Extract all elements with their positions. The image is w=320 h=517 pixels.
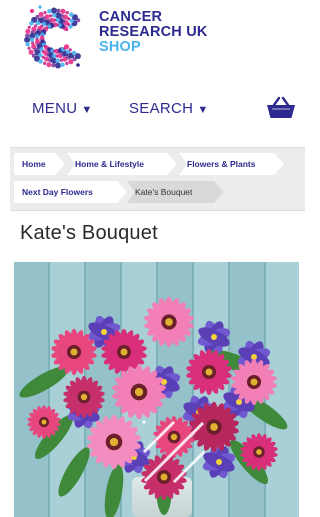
breadcrumb-item-current: Kate's Bouquet [127, 181, 224, 203]
site-header: CANCER RESEARCH UK SHOP [0, 0, 305, 80]
top-nav: MENU ▼ SEARCH ▼ [0, 90, 305, 130]
brand-line-3: SHOP [99, 39, 141, 55]
page-title: Kate's Bouquet [20, 222, 158, 244]
search-button[interactable]: SEARCH ▼ [129, 100, 209, 117]
breadcrumb-item-home[interactable]: Home [14, 153, 65, 175]
caret-down-icon: ▼ [197, 104, 209, 116]
breadcrumb-item-next-day-flowers[interactable]: Next Day Flowers [14, 181, 127, 203]
basket-icon[interactable] [266, 96, 296, 120]
cancer-research-uk-logo-icon[interactable] [18, 3, 93, 73]
brand-wordmark[interactable]: CANCER RESEARCH UK SHOP [99, 10, 208, 55]
search-label: SEARCH [129, 100, 194, 117]
brand-line-2: RESEARCH UK [99, 24, 208, 40]
menu-button[interactable]: MENU ▼ [32, 100, 93, 117]
caret-down-icon: ▼ [81, 104, 93, 116]
breadcrumb: Home Home & Lifestyle Flowers & Plants N… [10, 147, 305, 211]
menu-label: MENU [32, 100, 78, 117]
product-image[interactable] [14, 262, 299, 517]
brand-line-1: CANCER [99, 9, 163, 25]
breadcrumb-item-flowers-plants[interactable]: Flowers & Plants [179, 153, 284, 175]
breadcrumb-item-home-lifestyle[interactable]: Home & Lifestyle [67, 153, 177, 175]
